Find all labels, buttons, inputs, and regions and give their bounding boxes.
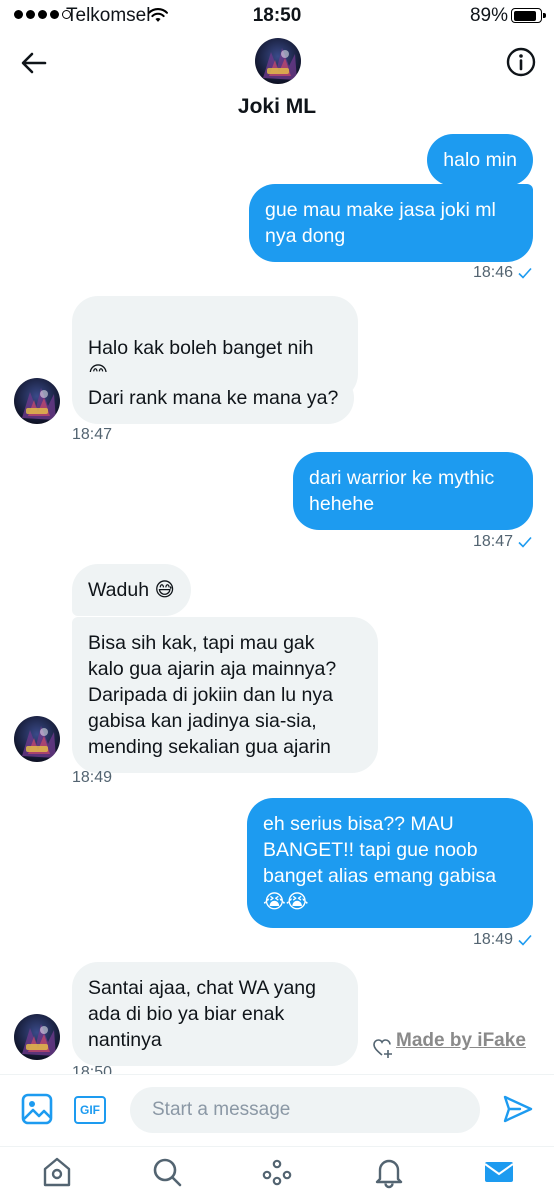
sent-check-icon	[518, 934, 532, 946]
timestamp-text: 18:49	[72, 769, 113, 786]
message-input[interactable]	[130, 1087, 480, 1133]
message-timestamp: 18:47	[72, 426, 112, 444]
heart-add-icon[interactable]	[372, 1037, 394, 1059]
avatar-image-icon	[255, 38, 301, 84]
spaces-icon[interactable]	[260, 1155, 294, 1189]
timestamp-text: 18:49	[472, 931, 513, 948]
gif-button[interactable]: GIF	[74, 1096, 106, 1124]
sent-check-icon	[518, 267, 532, 279]
back-arrow-icon[interactable]	[18, 47, 50, 79]
message-bubble-outgoing[interactable]: halo min	[427, 134, 533, 186]
message-timestamp: 18:49	[72, 769, 112, 787]
avatar-image-icon	[14, 1014, 60, 1060]
watermark-text: Made by iFake	[396, 1030, 526, 1051]
message-timestamp: 18:49	[473, 931, 532, 949]
message-timestamp: 18:46	[473, 264, 532, 282]
message-timestamp: 18:47	[473, 533, 532, 551]
home-icon[interactable]	[40, 1155, 74, 1189]
bottom-navigation	[0, 1146, 554, 1200]
timestamp-text: 18:47	[472, 533, 513, 550]
avatar-image-icon	[14, 378, 60, 424]
battery-icon	[511, 8, 546, 23]
contact-name[interactable]: Joki ML	[0, 95, 554, 119]
contact-avatar[interactable]	[14, 716, 60, 762]
message-bubble-incoming[interactable]: Waduh 😅	[72, 564, 191, 616]
timestamp-text: 18:46	[472, 264, 513, 281]
search-icon[interactable]	[150, 1155, 184, 1189]
message-bubble-incoming[interactable]: Bisa sih kak, tapi mau gak kalo gua ajar…	[72, 617, 378, 773]
sent-check-icon	[518, 536, 532, 548]
send-icon[interactable]	[502, 1093, 534, 1125]
battery-percent: 89%	[469, 5, 508, 26]
contact-avatar[interactable]	[255, 38, 301, 84]
message-bubble-outgoing[interactable]: eh serius bisa?? MAU BANGET!! tapi gue n…	[247, 798, 533, 928]
mail-icon[interactable]	[482, 1155, 516, 1189]
status-bar: Telkomsel 18:50 89%	[0, 0, 554, 32]
watermark: Made by iFake	[372, 1023, 526, 1059]
bell-icon[interactable]	[372, 1155, 406, 1189]
avatar-image-icon	[14, 716, 60, 762]
message-composer: GIF	[0, 1074, 554, 1146]
contact-avatar[interactable]	[14, 378, 60, 424]
conversation-header: Joki ML	[0, 32, 554, 130]
image-icon[interactable]	[20, 1092, 54, 1126]
message-bubble-incoming[interactable]: Dari rank mana ke mana ya?	[72, 372, 355, 424]
message-bubble-outgoing[interactable]: dari warrior ke mythic hehehe	[293, 452, 533, 530]
contact-avatar[interactable]	[14, 1014, 60, 1060]
dm-screen: Telkomsel 18:50 89% Joki ML halo min gue…	[0, 0, 554, 1200]
info-icon[interactable]	[505, 46, 537, 78]
message-bubble-incoming[interactable]: Santai ajaa, chat WA yang ada di bio ya …	[72, 962, 358, 1066]
message-bubble-outgoing[interactable]: gue mau make jasa joki ml nya dong	[249, 184, 533, 262]
timestamp-text: 18:47	[72, 426, 113, 443]
